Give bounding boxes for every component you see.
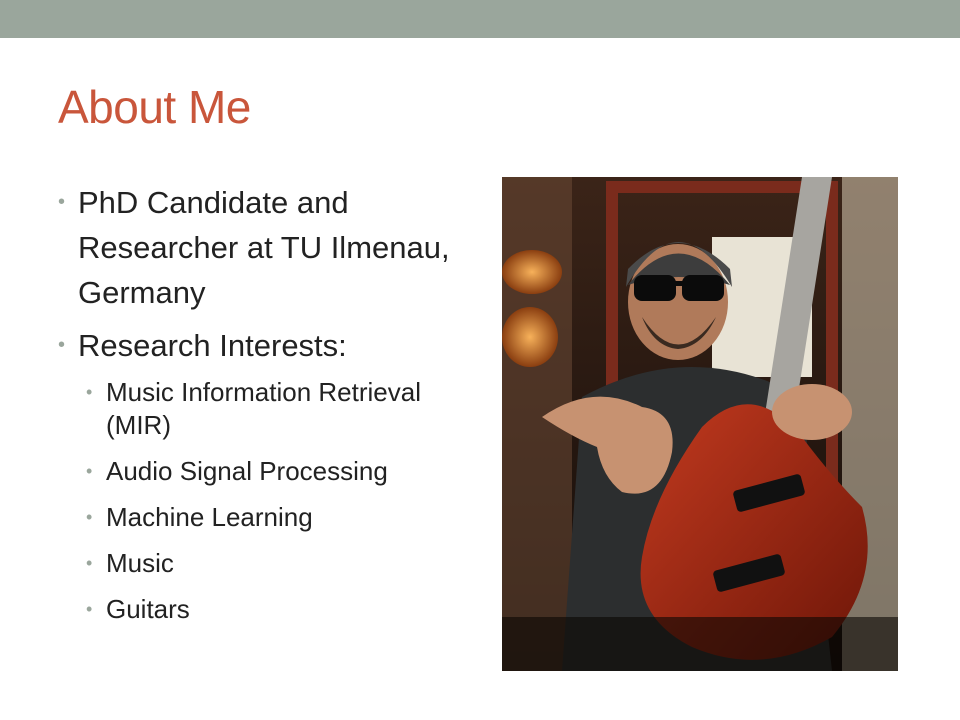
profile-photo: [502, 177, 898, 671]
bullet-dot-icon: •: [86, 599, 93, 619]
bullet-dot-icon: •: [86, 382, 93, 402]
bullet-dot-icon: •: [86, 507, 93, 527]
bullet-text: PhD Candidate and Researcher at TU Ilmen…: [78, 185, 450, 310]
slide: About Me • PhD Candidate and Researcher …: [0, 0, 960, 720]
sub-bullet-text: Music Information Retrieval (MIR): [106, 377, 421, 440]
bullet-dot-icon: •: [58, 191, 66, 213]
bullet-item: • PhD Candidate and Researcher at TU Ilm…: [58, 180, 478, 315]
sub-bullet-item: • Audio Signal Processing: [86, 455, 478, 488]
bullet-dot-icon: •: [86, 461, 93, 481]
slide-title: About Me: [58, 81, 251, 133]
sub-bullet-text: Music: [106, 548, 174, 578]
sub-bullet-item: • Music: [86, 547, 478, 580]
sub-bullet-item: • Music Information Retrieval (MIR): [86, 376, 478, 442]
sub-bullet-item: • Machine Learning: [86, 501, 478, 534]
bullet-list: • PhD Candidate and Researcher at TU Ilm…: [58, 180, 478, 639]
bullet-text: Research Interests:: [78, 328, 347, 363]
header-bar: [0, 0, 960, 38]
sub-bullet-text: Guitars: [106, 594, 190, 624]
sub-bullet-text: Machine Learning: [106, 502, 313, 532]
sub-bullet-item: • Guitars: [86, 593, 478, 626]
bullet-dot-icon: •: [86, 553, 93, 573]
bullet-dot-icon: •: [58, 334, 66, 356]
sub-bullet-text: Audio Signal Processing: [106, 456, 388, 486]
bullet-item: • Research Interests:: [58, 323, 478, 368]
